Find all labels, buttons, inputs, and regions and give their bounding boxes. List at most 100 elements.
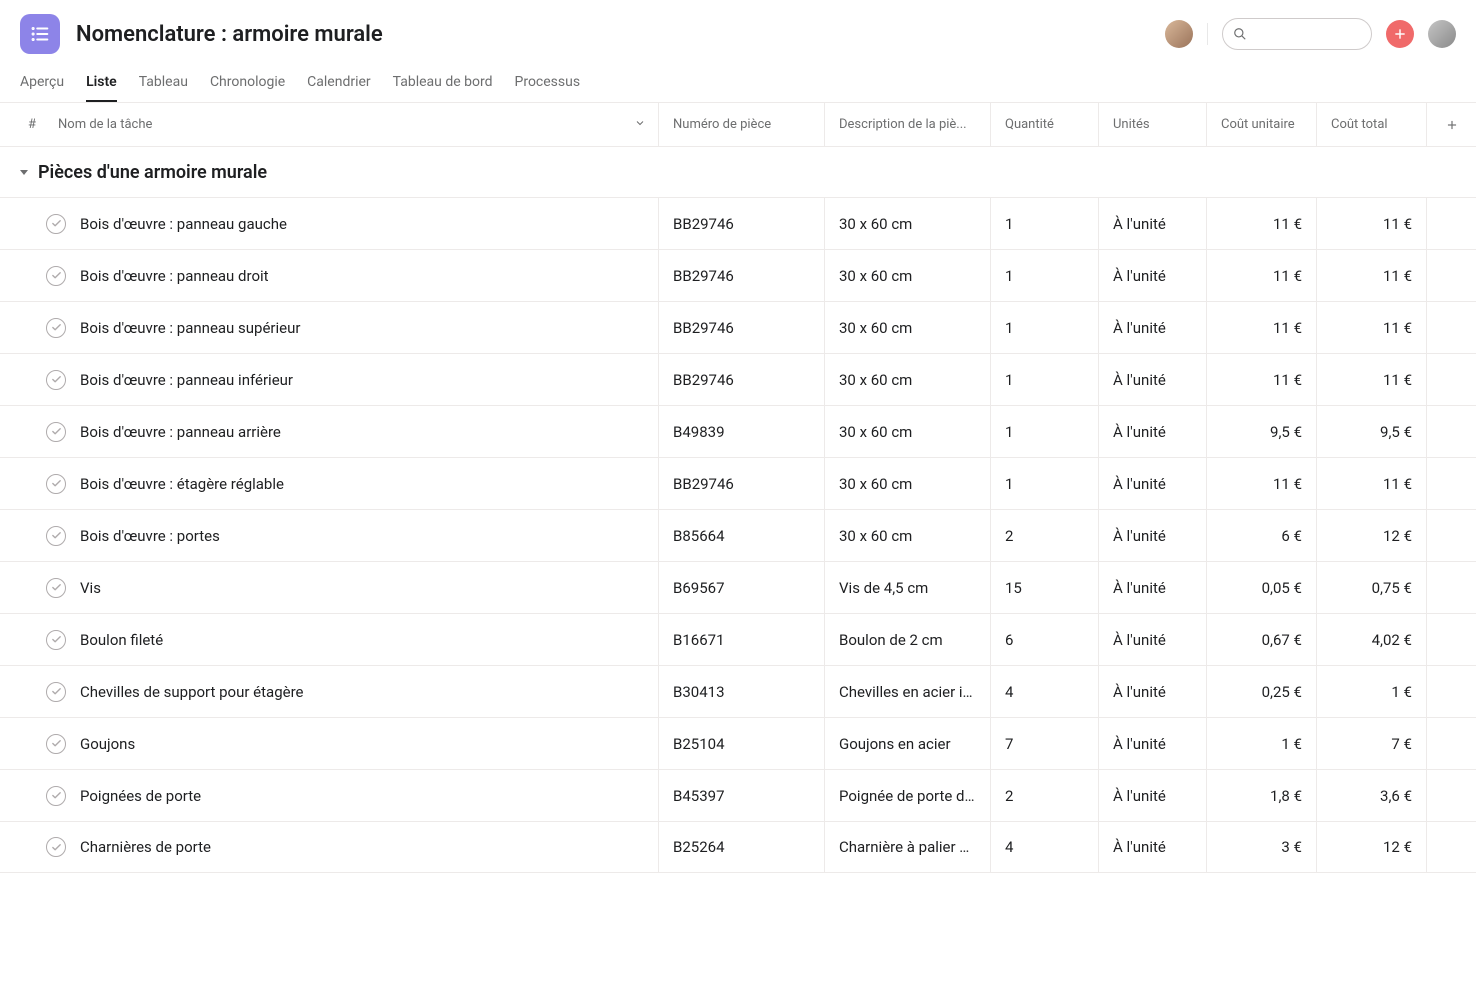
search-input[interactable] (1222, 18, 1372, 50)
task-name[interactable]: Bois d'œuvre : panneau droit (80, 267, 269, 285)
cell-units[interactable]: À l'unité (1098, 354, 1206, 405)
cell-description[interactable]: 30 x 60 cm (824, 302, 990, 353)
complete-task-button[interactable] (46, 214, 66, 234)
cell-total-cost[interactable]: 11 € (1316, 458, 1426, 509)
task-name[interactable]: Bois d'œuvre : portes (80, 527, 220, 545)
column-unit-cost[interactable]: Coût unitaire (1206, 103, 1316, 146)
table-row[interactable]: Bois d'œuvre : étagère réglableBB2974630… (0, 457, 1476, 509)
task-name[interactable]: Vis (80, 579, 101, 597)
cell-unit-cost[interactable]: 11 € (1206, 354, 1316, 405)
cell-description[interactable]: 30 x 60 cm (824, 250, 990, 301)
task-name[interactable]: Boulon fileté (80, 631, 163, 649)
cell-part-number[interactable]: B49839 (658, 406, 824, 457)
add-button[interactable] (1386, 20, 1414, 48)
cell-quantity[interactable]: 7 (990, 718, 1098, 769)
cell-part-number[interactable]: BB29746 (658, 302, 824, 353)
tab-chronologie[interactable]: Chronologie (210, 66, 285, 102)
cell-unit-cost[interactable]: 9,5 € (1206, 406, 1316, 457)
cell-part-number[interactable]: BB29746 (658, 458, 824, 509)
cell-description[interactable]: Poignée de porte d'i... (824, 770, 990, 821)
cell-units[interactable]: À l'unité (1098, 458, 1206, 509)
cell-quantity[interactable]: 1 (990, 250, 1098, 301)
page-title[interactable]: Nomenclature : armoire murale (76, 22, 1149, 47)
table-row[interactable]: Poignées de porteB45397Poignée de porte … (0, 769, 1476, 821)
complete-task-button[interactable] (46, 526, 66, 546)
avatar[interactable] (1165, 20, 1193, 48)
complete-task-button[interactable] (46, 630, 66, 650)
table-row[interactable]: Bois d'œuvre : portesB8566430 x 60 cm2À … (0, 509, 1476, 561)
cell-unit-cost[interactable]: 1 € (1206, 718, 1316, 769)
cell-total-cost[interactable]: 3,6 € (1316, 770, 1426, 821)
section-header[interactable]: Pièces d'une armoire murale (0, 147, 1476, 197)
cell-unit-cost[interactable]: 1,8 € (1206, 770, 1316, 821)
cell-units[interactable]: À l'unité (1098, 302, 1206, 353)
task-name[interactable]: Bois d'œuvre : panneau arrière (80, 423, 281, 441)
cell-unit-cost[interactable]: 6 € (1206, 510, 1316, 561)
cell-units[interactable]: À l'unité (1098, 510, 1206, 561)
column-qty[interactable]: Quantité (990, 103, 1098, 146)
table-row[interactable]: Bois d'œuvre : panneau gaucheBB2974630 x… (0, 197, 1476, 249)
cell-units[interactable]: À l'unité (1098, 718, 1206, 769)
complete-task-button[interactable] (46, 682, 66, 702)
complete-task-button[interactable] (46, 318, 66, 338)
cell-part-number[interactable]: B25264 (658, 822, 824, 872)
cell-quantity[interactable]: 4 (990, 666, 1098, 717)
tab-calendrier[interactable]: Calendrier (307, 66, 371, 102)
cell-description[interactable]: 30 x 60 cm (824, 198, 990, 249)
cell-total-cost[interactable]: 11 € (1316, 354, 1426, 405)
avatar[interactable] (1428, 20, 1456, 48)
cell-description[interactable]: 30 x 60 cm (824, 406, 990, 457)
cell-quantity[interactable]: 1 (990, 406, 1098, 457)
tab-tableau[interactable]: Tableau (139, 66, 188, 102)
cell-unit-cost[interactable]: 0,05 € (1206, 562, 1316, 613)
complete-task-button[interactable] (46, 734, 66, 754)
cell-total-cost[interactable]: 7 € (1316, 718, 1426, 769)
complete-task-button[interactable] (46, 422, 66, 442)
complete-task-button[interactable] (46, 266, 66, 286)
table-row[interactable]: Bois d'œuvre : panneau droit BB2974630 x … (0, 249, 1476, 301)
complete-task-button[interactable] (46, 370, 66, 390)
task-name[interactable]: Goujons (80, 735, 135, 753)
table-row[interactable]: Chevilles de support pour étagèreB30413C… (0, 665, 1476, 717)
cell-unit-cost[interactable]: 11 € (1206, 198, 1316, 249)
cell-units[interactable]: À l'unité (1098, 822, 1206, 872)
cell-description[interactable]: 30 x 60 cm (824, 510, 990, 561)
cell-unit-cost[interactable]: 11 € (1206, 302, 1316, 353)
cell-quantity[interactable]: 4 (990, 822, 1098, 872)
cell-description[interactable]: Chevilles en acier in... (824, 666, 990, 717)
complete-task-button[interactable] (46, 578, 66, 598)
table-row[interactable]: Bois d'œuvre : panneau supérieurBB297463… (0, 301, 1476, 353)
cell-unit-cost[interactable]: 0,25 € (1206, 666, 1316, 717)
table-row[interactable]: Bois d'œuvre : panneau inférieurBB297463… (0, 353, 1476, 405)
cell-part-number[interactable]: BB29746 (658, 250, 824, 301)
cell-units[interactable]: À l'unité (1098, 562, 1206, 613)
cell-total-cost[interactable]: 9,5 € (1316, 406, 1426, 457)
tab-liste[interactable]: Liste (86, 66, 117, 102)
cell-total-cost[interactable]: 12 € (1316, 510, 1426, 561)
column-desc[interactable]: Description de la piè... (824, 103, 990, 146)
cell-description[interactable]: Vis de 4,5 cm (824, 562, 990, 613)
cell-part-number[interactable]: B16671 (658, 614, 824, 665)
table-row[interactable]: GoujonsB25104Goujons en acier7À l'unité1… (0, 717, 1476, 769)
cell-quantity[interactable]: 1 (990, 302, 1098, 353)
cell-part-number[interactable]: B85664 (658, 510, 824, 561)
task-name[interactable]: Charnières de porte (80, 838, 211, 856)
cell-description[interactable]: 30 x 60 cm (824, 458, 990, 509)
column-part[interactable]: Numéro de pièce (658, 103, 824, 146)
cell-part-number[interactable]: B69567 (658, 562, 824, 613)
cell-total-cost[interactable]: 11 € (1316, 250, 1426, 301)
tab-aperçu[interactable]: Aperçu (20, 66, 64, 102)
cell-part-number[interactable]: B25104 (658, 718, 824, 769)
task-name[interactable]: Bois d'œuvre : panneau inférieur (80, 371, 293, 389)
column-units[interactable]: Unités (1098, 103, 1206, 146)
cell-total-cost[interactable]: 12 € (1316, 822, 1426, 872)
tab-processus[interactable]: Processus (515, 66, 581, 102)
cell-description[interactable]: Boulon de 2 cm (824, 614, 990, 665)
cell-unit-cost[interactable]: 11 € (1206, 458, 1316, 509)
column-task[interactable]: Nom de la tâche (44, 103, 658, 146)
table-row[interactable]: Bois d'œuvre : panneau arrière B4983930 x… (0, 405, 1476, 457)
cell-part-number[interactable]: B30413 (658, 666, 824, 717)
complete-task-button[interactable] (46, 837, 66, 857)
complete-task-button[interactable] (46, 474, 66, 494)
cell-quantity[interactable]: 1 (990, 198, 1098, 249)
